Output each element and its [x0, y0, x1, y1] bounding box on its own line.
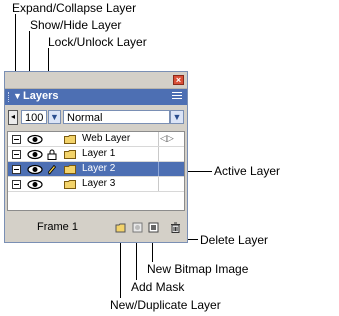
pencil-icon[interactable] — [47, 164, 57, 175]
eye-icon[interactable] — [27, 149, 43, 160]
folder-icon — [64, 165, 76, 174]
layer-name[interactable]: Layer 3 — [82, 178, 115, 189]
callout-active-layer: Active Layer — [214, 164, 281, 178]
eye-icon[interactable] — [27, 164, 43, 175]
panel-title: Layers — [23, 90, 59, 102]
frame-label[interactable]: Frame 1 — [37, 221, 78, 233]
folder-icon — [64, 150, 76, 159]
blend-mode-select[interactable]: Normal — [63, 110, 170, 124]
web-layer-icon: ◁▷ — [160, 133, 174, 143]
new-layer-icon[interactable] — [115, 222, 126, 233]
options-menu-icon[interactable] — [172, 92, 182, 101]
opacity-dropdown-icon[interactable]: ▼ — [48, 110, 61, 124]
expand-collapse-icon[interactable] — [12, 180, 21, 189]
panel-footer: Frame 1 — [5, 216, 187, 242]
layers-panel: × ▼ Layers ◂ 100 ▼ Normal ▼ Web Layer ◁▷ — [4, 71, 188, 243]
eye-icon[interactable] — [27, 134, 43, 145]
layer-row[interactable]: Web Layer ◁▷ — [8, 132, 184, 147]
column-divider — [158, 132, 159, 146]
layer-name[interactable]: Layer 2 — [82, 163, 115, 174]
expand-collapse-icon[interactable] — [12, 150, 21, 159]
callout-add-mask: Add Mask — [131, 280, 185, 294]
callout-delete-layer: Delete Layer — [200, 233, 269, 247]
expand-collapse-icon[interactable] — [12, 165, 21, 174]
panel-top-bar: × — [5, 72, 187, 89]
layer-name[interactable]: Layer 1 — [82, 148, 115, 159]
layer-row-active[interactable]: Layer 2 — [8, 162, 184, 177]
callout-new-bitmap: New Bitmap Image — [147, 262, 249, 276]
trash-icon[interactable] — [170, 222, 181, 233]
callout-new-duplicate: New/Duplicate Layer — [110, 298, 221, 312]
column-divider — [158, 162, 159, 176]
callout-expand-collapse: Expand/Collapse Layer — [12, 1, 137, 15]
layer-row[interactable]: Layer 1 — [8, 147, 184, 162]
column-divider — [158, 177, 159, 191]
folder-icon — [64, 180, 76, 189]
grip-handle[interactable] — [8, 92, 12, 102]
add-mask-icon[interactable] — [132, 222, 143, 233]
controls-row: ◂ 100 ▼ Normal ▼ — [5, 108, 187, 128]
collapse-arrow-icon[interactable]: ▼ — [13, 91, 22, 101]
new-bitmap-icon[interactable] — [148, 222, 159, 233]
column-divider — [158, 147, 159, 161]
expand-collapse-icon[interactable] — [12, 135, 21, 144]
opacity-field[interactable]: 100 — [21, 110, 47, 124]
panel-title-bar[interactable]: ▼ Layers — [5, 89, 187, 105]
layer-list: Web Layer ◁▷ Layer 1 Layer 2 Layer 3 — [7, 131, 185, 211]
layer-row[interactable]: Layer 3 — [8, 177, 184, 192]
close-icon[interactable]: × — [173, 75, 184, 85]
lock-icon[interactable] — [47, 149, 57, 160]
layer-options-icon[interactable]: ◂ — [8, 110, 18, 125]
callout-show-hide: Show/Hide Layer — [30, 18, 122, 32]
eye-icon[interactable] — [27, 179, 43, 190]
layer-name[interactable]: Web Layer — [82, 133, 130, 144]
blend-dropdown-icon[interactable]: ▼ — [170, 110, 184, 124]
callout-lock-unlock: Lock/Unlock Layer — [48, 35, 147, 49]
folder-icon — [64, 135, 76, 144]
